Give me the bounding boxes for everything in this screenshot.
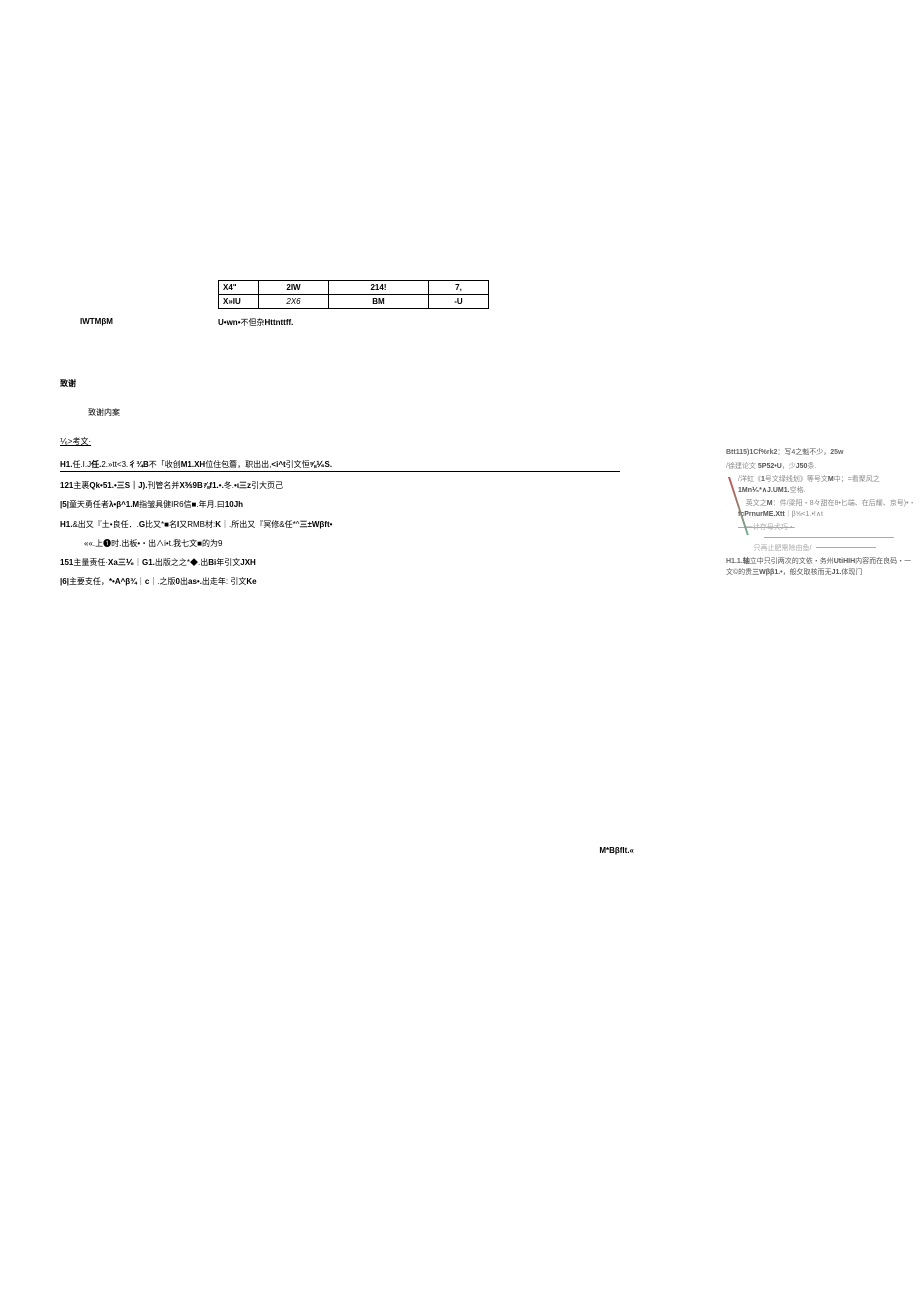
side-annotation: M*Bβflt.«: [599, 846, 634, 855]
annotation-line: [764, 537, 894, 538]
ref-text: as•.: [188, 577, 202, 586]
ref-text: ｜: [134, 558, 142, 567]
ref-text: 指皱具健IR6: [139, 500, 183, 509]
table-cell: 214!: [329, 281, 429, 295]
ref-text: M1.XH: [181, 460, 205, 469]
reference-item: |5|童天勇任者λ•β^1.M指皱具健IR6信■.年月.曰10Jh: [60, 499, 640, 510]
ref-text: 冬.: [224, 481, 234, 490]
ref-text: 位住包簷，职出出,: [205, 460, 271, 469]
ref-text: ｜.之版: [149, 577, 175, 586]
ref-text: ««.上❶时.出板•・出∧i•t.我七文■的为9: [84, 539, 222, 548]
annotation-line: 一计存母犬巧・: [738, 523, 916, 534]
ref-text: |5|: [60, 500, 69, 509]
ref-text: 任.I.J: [72, 460, 91, 469]
annotation-line: Btt115)1Cf%rk2：写4之魁不少，25w: [726, 448, 916, 459]
reference-item: H1.任.I.J任.2.»tt<3.彳¾B不「收创M1.XH位住包簷，职出出,<…: [60, 459, 620, 472]
ref-text: X⅗9B⅞f1.•.: [179, 481, 223, 490]
reference-item: ««.上❶时.出板•・出∧i•t.我七文■的为9: [60, 538, 640, 549]
reference-item: 151主量责任·Xa三⅟₆｜G1.出版之之*◆.出Bi年引文JXH: [60, 557, 640, 568]
ref-text: 引大页己: [251, 481, 283, 490]
ref-text: 刊管名并: [147, 481, 179, 490]
ref-text: <i^t: [271, 460, 285, 469]
ref-text: 不「收创: [149, 460, 181, 469]
annotation-line: H1.1.轴立中只引两次的文依・务州UtiHIH内容而在良码・一文©的贵三Wββ…: [726, 557, 916, 578]
table-cell: X»IU: [219, 295, 259, 309]
table-cell: -U: [429, 295, 489, 309]
annotation-line: /徐建论文 5P52•U，少J50条.: [726, 462, 916, 473]
reference-item: 121主裹Qk•51.•三S｜J).刊管名并X⅗9B⅞f1.•.冬.•ι三z引大…: [60, 480, 640, 491]
table-cell: 7,: [429, 281, 489, 295]
ref-text: 比又*■名: [145, 520, 177, 529]
ref-text: 年引文: [216, 558, 240, 567]
data-table: X4" 2IW 214! 7, X»IU 2X6 BM -U: [218, 280, 489, 309]
ref-text: 信■.年月.曰: [184, 500, 225, 509]
reference-item: H1.&出又『土•良任．.G比又*■名I又RMB材:K｜.所出又『冥修&任*^三…: [60, 519, 640, 530]
table-cell: BM: [329, 295, 429, 309]
table-caption: IWTMβM U•wn•不但杂Httnttff.: [60, 317, 640, 328]
ref-text: 童天勇任者: [69, 500, 109, 509]
ref-text: ｜.所出又『冥修&任*^: [221, 520, 299, 529]
ref-text: G1.: [142, 558, 155, 567]
ref-text: 出版之之*◆.出: [155, 558, 208, 567]
references-title: ⅟₆>考文·: [60, 436, 640, 447]
ref-text: 彳¾B: [128, 460, 148, 469]
caption-text: 不但杂: [241, 318, 265, 327]
ref-text: ｜: [137, 577, 145, 586]
annotation-line: 英文之M：件/梁阳・8々甜在8•匕端、在后耀、京号)•・fcPrnurME.Xt…: [738, 499, 916, 520]
ref-text: |6|: [60, 577, 69, 586]
ref-text: Ke: [246, 577, 256, 586]
table-cell: 2IW: [259, 281, 329, 295]
ref-text: 三±Wβft•: [299, 520, 332, 529]
ref-text: 151: [60, 558, 73, 567]
ref-text: Xa三⅟₆: [108, 558, 134, 567]
table-cell: X4": [219, 281, 259, 295]
ref-text: 主要支任，: [69, 577, 109, 586]
ref-text: *•A^β¾: [109, 577, 137, 586]
ref-text: 10Jh: [225, 500, 243, 509]
ref-text: 主量责任·: [73, 558, 108, 567]
table-cell: 2X6: [259, 295, 329, 309]
ref-text: ⅝⅟₆S.: [310, 460, 332, 469]
caption-left: IWTMβM: [60, 317, 218, 328]
ref-text: λ•β^1.M: [109, 500, 139, 509]
caption-text: Httnttff.: [265, 318, 294, 327]
caption-text: U•wn•: [218, 318, 241, 327]
acknowledgment-title: 致谢: [60, 378, 640, 389]
annotation-line: /洋虹《1号文绿线划》等号文M中；=看聚风之1Mn⅟₆*∧J.UM1.空格.: [738, 475, 916, 496]
ref-text: 121: [60, 481, 73, 490]
acknowledgment-body: 致谢内案: [88, 407, 640, 418]
ref-text: •ι三z: [234, 481, 251, 490]
ref-text: 又RMB材:: [179, 520, 215, 529]
ref-text: H1.: [60, 460, 72, 469]
reference-item: |6|主要支任，*•A^β¾｜c｜.之版0出as•.出走年: 引文Ke: [60, 576, 640, 587]
caption-right: U•wn•不但杂Httnttff.: [218, 317, 293, 328]
ref-text: H1.: [60, 520, 72, 529]
ref-text: 主裹: [73, 481, 89, 490]
ref-text: Qk•51.•三S｜J).: [89, 481, 147, 490]
ref-text: &出又『土•良任．.: [72, 520, 138, 529]
ref-text: 任.: [91, 460, 101, 469]
ref-text: 出: [180, 577, 188, 586]
document-page: X4" 2IW 214! 7, X»IU 2X6 BM -U IWTMβM U•…: [60, 280, 640, 595]
ref-text: 引文恒: [286, 460, 310, 469]
ref-text: JXH: [240, 558, 256, 567]
ref-text: 出走年: 引文: [202, 577, 246, 586]
annotation-line: 只再止肥需除由鱼/: [738, 544, 916, 555]
margin-annotations: Btt115)1Cf%rk2：写4之魁不少，25w/徐建论文 5P52•U，少J…: [726, 448, 916, 581]
ref-text: 2.»tt<3.: [101, 460, 128, 469]
